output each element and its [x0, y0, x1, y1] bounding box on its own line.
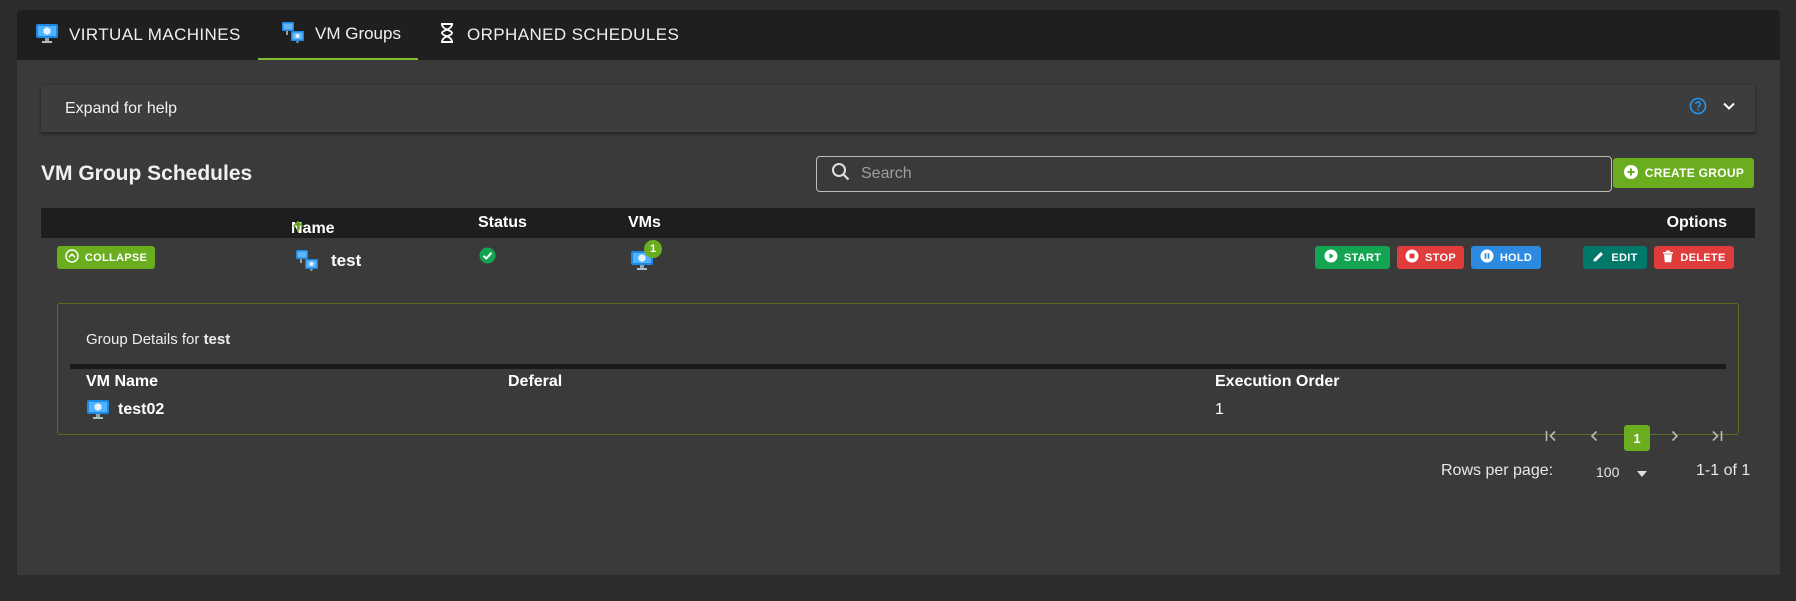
search-input[interactable]: [861, 165, 1561, 183]
rows-per-page-label: Rows per page:: [1441, 462, 1554, 479]
rows-per-page-select[interactable]: 100: [1596, 460, 1666, 484]
tab-bar: VIRTUAL MACHINES VM Groups ORPHANED SCHE…: [17, 10, 1780, 60]
delete-label: DELETE: [1680, 251, 1726, 264]
create-group-label: CREATE GROUP: [1644, 166, 1745, 180]
dropdown-caret-icon: [1637, 464, 1648, 480]
chevron-down-icon: [1721, 98, 1737, 119]
help-circle-icon: [1689, 97, 1707, 120]
tab-label: ORPHANED SCHEDULES: [467, 25, 680, 44]
edit-label: EDIT: [1611, 251, 1638, 264]
previous-page-button[interactable]: [1584, 425, 1604, 451]
help-label: Expand for help: [65, 99, 178, 117]
chevron-right-icon: [1668, 429, 1682, 448]
last-page-icon: [1710, 429, 1724, 448]
start-label: START: [1343, 251, 1382, 264]
group-details-panel: Group Details for test VM Name Deferal E…: [57, 303, 1739, 435]
add-circle-icon: [1623, 164, 1639, 183]
details-caption-prefix: Group Details for: [86, 331, 200, 348]
column-vm-name: VM Name: [86, 373, 159, 390]
tab-virtual-machines[interactable]: VIRTUAL MACHINES: [35, 10, 241, 60]
vm-group-icon: [295, 248, 319, 277]
details-group-name: test: [203, 331, 231, 348]
next-page-button[interactable]: [1665, 425, 1685, 451]
column-options: Options: [1666, 214, 1727, 231]
group-details-caption: Group Details for test: [86, 331, 230, 348]
search-icon: [831, 162, 851, 187]
stop-button[interactable]: STOP: [1397, 246, 1464, 269]
last-page-button[interactable]: [1707, 425, 1727, 451]
stop-label: STOP: [1425, 251, 1456, 264]
tab-label: VIRTUAL MACHINES: [69, 25, 241, 44]
group-name: test: [331, 251, 362, 270]
vms-indicator[interactable]: 1: [630, 240, 666, 274]
help-expander[interactable]: Expand for help: [41, 85, 1755, 133]
pause-circle-icon: [1480, 249, 1494, 266]
vm-count-badge: 1: [644, 240, 662, 258]
tab-label: VM Groups: [315, 24, 401, 43]
edit-button[interactable]: EDIT: [1583, 246, 1647, 269]
first-page-icon: [1544, 429, 1558, 448]
vm-name-cell: test02: [118, 401, 165, 418]
column-deferal: Deferal: [508, 373, 563, 390]
create-group-button[interactable]: CREATE GROUP: [1613, 158, 1754, 188]
delete-button[interactable]: DELETE: [1654, 246, 1734, 269]
tab-vm-groups[interactable]: VM Groups: [258, 10, 418, 60]
stop-circle-icon: [1405, 249, 1419, 266]
collapse-button[interactable]: COLLAPSE: [57, 246, 155, 269]
collapse-circle-icon: [65, 249, 79, 266]
table-row: COLLAPSE test 1 START STOP HOLD EDIT DEL…: [41, 238, 1755, 280]
search-box[interactable]: [816, 156, 1612, 192]
vm-group-icon: [281, 20, 305, 49]
execution-order-cell: 1: [1215, 401, 1224, 418]
main-panel: Expand for help VM Group Schedules CREAT…: [17, 60, 1780, 575]
table-header: Name Status VMs Options: [41, 208, 1755, 238]
status-check-icon: [479, 247, 496, 269]
rows-per-page-value: 100: [1596, 464, 1620, 480]
column-execution-order: Execution Order: [1215, 373, 1340, 390]
chevron-left-icon: [1587, 429, 1601, 448]
collapse-label: COLLAPSE: [84, 251, 148, 264]
play-circle-icon: [1324, 249, 1338, 266]
pagination-range: 1-1 of 1: [1696, 462, 1751, 479]
hold-label: HOLD: [1499, 251, 1533, 264]
page-title: VM Group Schedules: [41, 162, 253, 185]
page-1-button[interactable]: 1: [1624, 425, 1650, 451]
tab-orphaned-schedules[interactable]: ORPHANED SCHEDULES: [437, 10, 679, 60]
trash-icon: [1662, 250, 1674, 266]
first-page-button[interactable]: [1541, 425, 1561, 451]
hold-button[interactable]: HOLD: [1471, 246, 1541, 269]
details-header-divider: [70, 364, 1726, 369]
start-button[interactable]: START: [1315, 246, 1390, 269]
arrow-up-icon: [291, 220, 305, 239]
monitor-icon: [35, 21, 59, 50]
column-vms: VMs: [628, 214, 661, 231]
column-status: Status: [478, 214, 527, 231]
pencil-icon: [1592, 250, 1605, 266]
monitor-icon: [86, 399, 110, 426]
hourglass-icon: [437, 22, 457, 49]
